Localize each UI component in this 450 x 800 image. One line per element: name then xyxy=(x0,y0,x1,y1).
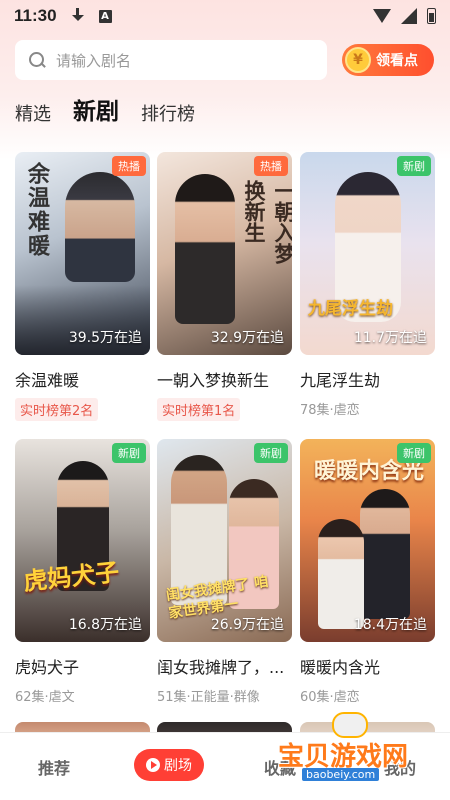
status-badge: 新剧 xyxy=(112,443,146,463)
download-icon xyxy=(71,8,85,24)
nav-theater-label: 剧场 xyxy=(164,758,192,774)
gamepad-icon xyxy=(332,712,368,738)
actor-figure xyxy=(318,519,364,629)
drama-title[interactable]: 九尾浮生劫 xyxy=(300,367,435,391)
poster-title-text: 一朝入梦换新生 xyxy=(242,180,292,264)
follow-count: 11.7万在追 xyxy=(353,330,427,346)
points-button-label: 领看点 xyxy=(376,53,418,69)
drama-card[interactable]: 虎妈犬子 新剧 16.8万在追 虎妈犬子 62集·虐文 xyxy=(15,439,150,705)
drama-title[interactable]: 闺女我摊牌了，... xyxy=(157,654,292,678)
drama-card[interactable]: 一朝入梦换新生 热播 32.9万在追 一朝入梦换新生 实时榜第1名 xyxy=(157,152,292,421)
drama-meta: 78集·虐恋 xyxy=(300,403,360,418)
watermark-logo: 宝贝游戏网 baobeiy.com xyxy=(272,712,444,792)
follow-count: 26.9万在追 xyxy=(210,617,284,633)
drama-title[interactable]: 暖暖内含光 xyxy=(300,654,435,678)
poster-image[interactable]: 暖暖内含光 新剧 18.4万在追 xyxy=(300,439,435,642)
drama-meta: 51集·正能量·群像 xyxy=(157,690,260,705)
tab-new-dramas[interactable]: 新剧 xyxy=(73,92,119,126)
rank-tag: 实时榜第2名 xyxy=(15,398,99,421)
coin-icon: ¥ xyxy=(345,47,371,73)
search-placeholder: 请输入剧名 xyxy=(56,51,132,70)
nav-recommend[interactable]: 推荐 xyxy=(38,755,70,779)
search-icon xyxy=(29,51,46,69)
status-bar: 11:30 A xyxy=(0,0,450,32)
drama-title[interactable]: 一朝入梦换新生 xyxy=(157,367,292,391)
points-button[interactable]: ¥ 领看点 xyxy=(342,44,434,76)
rank-tag: 实时榜第1名 xyxy=(157,398,241,421)
poster-image[interactable]: 一朝入梦换新生 热播 32.9万在追 xyxy=(157,152,292,355)
drama-title[interactable]: 虎妈犬子 xyxy=(15,654,150,678)
status-badge: 热播 xyxy=(112,156,146,176)
poster-title-text: 余温难暖 xyxy=(24,162,50,258)
status-badge: 新剧 xyxy=(397,443,431,463)
drama-card[interactable]: 闺女我摊牌了 咱家世界第一 新剧 26.9万在追 闺女我摊牌了，... 51集·… xyxy=(157,439,292,705)
signal-icon xyxy=(401,8,417,24)
drama-meta: 60集·虐恋 xyxy=(300,690,360,705)
watermark-url: baobeiy.com xyxy=(302,768,380,781)
status-time: 11:30 xyxy=(14,6,57,25)
follow-count: 39.5万在追 xyxy=(68,330,142,346)
search-input[interactable]: 请输入剧名 xyxy=(15,40,327,80)
actor-figure xyxy=(65,172,135,282)
nav-theater[interactable]: 剧场 xyxy=(134,749,204,781)
poster-image[interactable]: 九尾浮生劫 新剧 11.7万在追 xyxy=(300,152,435,355)
follow-count: 18.4万在追 xyxy=(353,617,427,633)
text-a-icon: A xyxy=(98,9,112,23)
poster-image[interactable]: 虎妈犬子 新剧 16.8万在追 xyxy=(15,439,150,642)
drama-meta: 62集·虐文 xyxy=(15,690,75,705)
drama-title[interactable]: 余温难暖 xyxy=(15,367,150,391)
drama-card[interactable]: 九尾浮生劫 新剧 11.7万在追 九尾浮生劫 78集·虐恋 xyxy=(300,152,435,418)
battery-icon xyxy=(427,8,436,24)
category-tabs: 精选 新剧 排行榜 xyxy=(15,96,195,126)
status-badge: 热播 xyxy=(254,156,288,176)
drama-card[interactable]: 余温难暖 热播 39.5万在追 余温难暖 实时榜第2名 xyxy=(15,152,150,421)
drama-card[interactable]: 暖暖内含光 新剧 18.4万在追 暖暖内含光 60集·虐恋 xyxy=(300,439,435,705)
tab-rankings[interactable]: 排行榜 xyxy=(141,100,195,126)
status-badge: 新剧 xyxy=(397,156,431,176)
poster-title-text: 九尾浮生劫 xyxy=(308,299,393,319)
wifi-icon xyxy=(373,9,391,23)
status-badge: 新剧 xyxy=(254,443,288,463)
follow-count: 16.8万在追 xyxy=(68,617,142,633)
play-icon xyxy=(146,758,160,772)
poster-image[interactable]: 余温难暖 热播 39.5万在追 xyxy=(15,152,150,355)
follow-count: 32.9万在追 xyxy=(210,330,284,346)
poster-image[interactable]: 闺女我摊牌了 咱家世界第一 新剧 26.9万在追 xyxy=(157,439,292,642)
tab-featured[interactable]: 精选 xyxy=(15,100,51,126)
actor-figure xyxy=(175,174,235,324)
actor-figure xyxy=(360,489,410,619)
